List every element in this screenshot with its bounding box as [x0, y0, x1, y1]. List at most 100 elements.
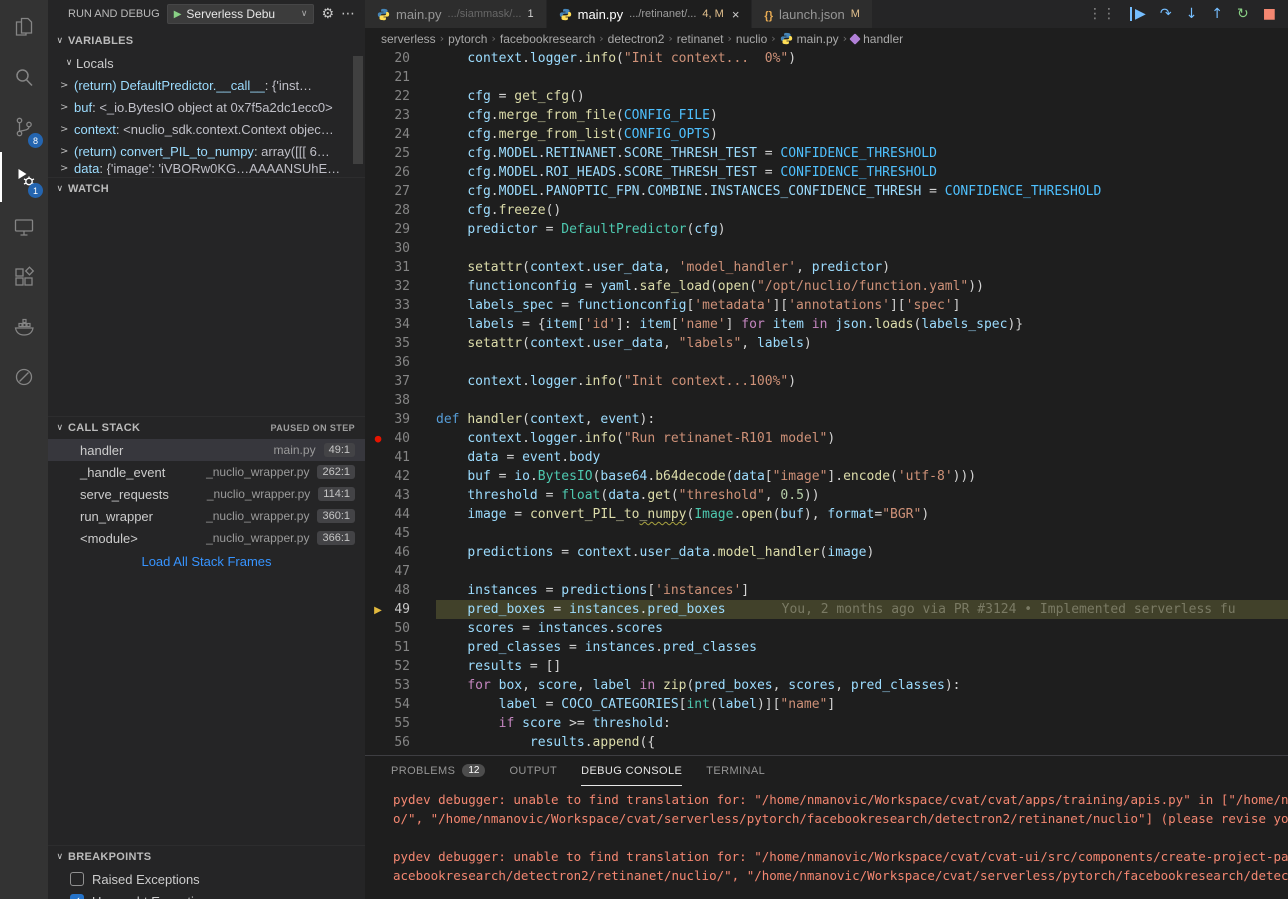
gutter[interactable]: [365, 277, 391, 296]
code-text[interactable]: cfg.merge_from_file(CONFIG_FILE): [436, 106, 718, 125]
step-over-button[interactable]: ↷: [1160, 7, 1172, 21]
checkbox[interactable]: [70, 872, 84, 886]
breadcrumb-item[interactable]: pytorch: [448, 32, 487, 46]
code-text[interactable]: context.logger.info("Init context...100%…: [436, 372, 796, 391]
code-text[interactable]: setattr(context.user_data, "labels", lab…: [436, 334, 812, 353]
sidebar-scrollbar[interactable]: [353, 56, 363, 164]
gutter[interactable]: [365, 87, 391, 106]
tab-main-py[interactable]: main.py.../retinanet/...4, M×: [547, 0, 753, 28]
code-text[interactable]: if score >= threshold:: [436, 714, 671, 733]
code-text[interactable]: cfg = get_cfg(): [436, 87, 585, 106]
gutter[interactable]: [365, 201, 391, 220]
gutter[interactable]: [365, 353, 391, 372]
panel-tab-problems[interactable]: PROBLEMS12: [391, 756, 485, 786]
stack-frame-row[interactable]: _handle_event_nuclio_wrapper.py262:1: [48, 461, 365, 483]
step-out-button[interactable]: ↑: [1211, 7, 1223, 21]
gutter[interactable]: [365, 106, 391, 125]
code-editor[interactable]: 20 context.logger.info("Init context... …: [365, 49, 1288, 755]
activity-remote-explorer[interactable]: [0, 202, 48, 252]
gutter[interactable]: [365, 714, 391, 733]
activity-docker[interactable]: [0, 302, 48, 352]
code-text[interactable]: context.logger.info("Run retinanet-R101 …: [436, 429, 835, 448]
gutter[interactable]: ▶: [365, 600, 391, 619]
code-text[interactable]: scores = instances.scores: [436, 619, 663, 638]
panel-tab-output[interactable]: OUTPUT: [509, 756, 557, 786]
tab-launch-json[interactable]: {}launch.jsonM: [752, 0, 873, 28]
variable-row[interactable]: >buf: <_io.BytesIO object at 0x7f5a2dc1e…: [48, 96, 365, 118]
breadcrumb-item[interactable]: facebookresearch: [500, 32, 595, 46]
gutter[interactable]: [365, 144, 391, 163]
gutter[interactable]: [365, 448, 391, 467]
step-into-button[interactable]: ↓: [1186, 7, 1198, 21]
gutter[interactable]: [365, 182, 391, 201]
gutter[interactable]: [365, 486, 391, 505]
tab-main-py[interactable]: main.py.../siammask/...1: [365, 0, 547, 28]
console-output[interactable]: pydev debugger: unable to find translati…: [365, 786, 1288, 898]
breakpoint-row[interactable]: ✓Uncaught Exceptions: [48, 890, 365, 899]
stack-frame-row[interactable]: handlermain.py49:1: [48, 439, 365, 461]
stop-button[interactable]: ■: [1263, 7, 1276, 21]
activity-search[interactable]: [0, 52, 48, 102]
activity-circle-tool[interactable]: [0, 352, 48, 402]
checkbox[interactable]: ✓: [70, 894, 84, 899]
close-icon[interactable]: ×: [732, 7, 740, 22]
stack-frame-row[interactable]: serve_requests_nuclio_wrapper.py114:1: [48, 483, 365, 505]
gutter[interactable]: ●: [365, 429, 391, 448]
continue-button[interactable]: ▶: [1130, 7, 1146, 21]
variable-row[interactable]: >data: {'image': 'iVBORw0KG…AAAANSUhE…: [48, 162, 365, 175]
code-text[interactable]: buf = io.BytesIO(base64.b64decode(data["…: [436, 467, 976, 486]
gutter[interactable]: [365, 695, 391, 714]
panel-tab-terminal[interactable]: TERMINAL: [706, 756, 765, 786]
locals-scope-row[interactable]: ∨ Locals: [48, 52, 365, 74]
gutter[interactable]: [365, 372, 391, 391]
code-text[interactable]: labels_spec = functionconfig['metadata']…: [436, 296, 960, 315]
gutter[interactable]: [365, 410, 391, 429]
code-text[interactable]: threshold = float(data.get("threshold", …: [436, 486, 820, 505]
gutter[interactable]: [365, 163, 391, 182]
code-text[interactable]: predictions = context.user_data.model_ha…: [436, 543, 874, 562]
load-all-stack-frames-link[interactable]: Load All Stack Frames: [48, 554, 365, 569]
more-actions-icon[interactable]: ⋯: [341, 6, 355, 22]
breadcrumb-item[interactable]: handler: [851, 32, 903, 46]
gutter[interactable]: [365, 657, 391, 676]
code-text[interactable]: pred_boxes = instances.pred_boxes: [436, 600, 726, 619]
gutter[interactable]: [365, 619, 391, 638]
code-text[interactable]: instances = predictions['instances']: [436, 581, 749, 600]
activity-extensions[interactable]: [0, 252, 48, 302]
code-text[interactable]: results.append({: [436, 733, 655, 752]
code-text[interactable]: cfg.MODEL.ROI_HEADS.SCORE_THRESH_TEST = …: [436, 163, 937, 182]
variable-row[interactable]: >(return) DefaultPredictor.__call__: {'i…: [48, 74, 365, 96]
code-text[interactable]: labels = {item['id']: item['name'] for i…: [436, 315, 1023, 334]
code-text[interactable]: data = event.body: [436, 448, 600, 467]
code-text[interactable]: cfg.MODEL.PANOPTIC_FPN.COMBINE.INSTANCES…: [436, 182, 1101, 201]
gutter[interactable]: [365, 239, 391, 258]
activity-explorer[interactable]: [0, 2, 48, 52]
launch-config-dropdown[interactable]: ▶ Serverless Debu ∨: [167, 4, 315, 24]
code-text[interactable]: context.logger.info("Init context... 0%"…: [436, 49, 796, 68]
activity-source-control[interactable]: 8: [0, 102, 48, 152]
gutter[interactable]: [365, 638, 391, 657]
breadcrumb-item[interactable]: detectron2: [608, 32, 665, 46]
gutter[interactable]: [365, 581, 391, 600]
code-text[interactable]: pred_classes = instances.pred_classes: [436, 638, 757, 657]
variables-section-header[interactable]: ∨ VARIABLES: [48, 30, 365, 52]
gutter[interactable]: [365, 733, 391, 752]
breadcrumb-item[interactable]: serverless: [381, 32, 436, 46]
code-text[interactable]: cfg.MODEL.RETINANET.SCORE_THRESH_TEST = …: [436, 144, 937, 163]
gutter[interactable]: [365, 467, 391, 486]
breakpoint-row[interactable]: Raised Exceptions: [48, 868, 365, 890]
code-text[interactable]: def handler(context, event):: [436, 410, 655, 429]
gutter[interactable]: [365, 676, 391, 695]
code-text[interactable]: results = []: [436, 657, 561, 676]
variable-row[interactable]: >context: <nuclio_sdk.context.Context ob…: [48, 118, 365, 140]
gutter[interactable]: [365, 258, 391, 277]
gutter[interactable]: [365, 562, 391, 581]
code-text[interactable]: image = convert_PIL_to_numpy(Image.open(…: [436, 505, 929, 524]
gutter[interactable]: [365, 296, 391, 315]
panel-tab-debug-console[interactable]: DEBUG CONSOLE: [581, 756, 682, 786]
variable-row[interactable]: >(return) convert_PIL_to_numpy: array([[…: [48, 140, 365, 162]
code-text[interactable]: predictor = DefaultPredictor(cfg): [436, 220, 726, 239]
activity-run-and-debug[interactable]: 1: [0, 152, 48, 202]
watch-section-header[interactable]: ∨ WATCH: [48, 178, 365, 200]
gutter[interactable]: [365, 125, 391, 144]
